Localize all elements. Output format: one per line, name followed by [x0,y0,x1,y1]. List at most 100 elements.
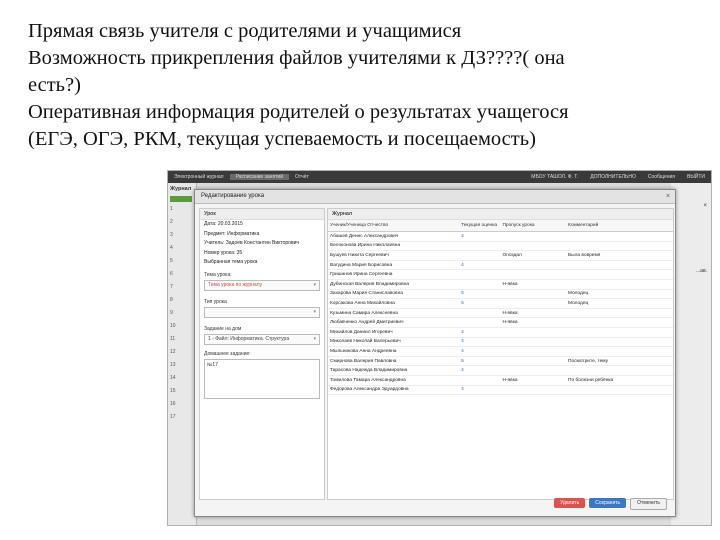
nav-item-report[interactable]: Отчёт [289,174,315,180]
table-row[interactable]: Абашев Денис Александрович 4 [328,231,673,242]
absence-cell[interactable] [500,365,567,376]
homework-file-select[interactable]: 1 - Файл: Информатика. Структура ▾ [204,333,320,345]
comment-cell[interactable]: По болезни ребёнка [566,375,673,386]
right-text: ...ав. [696,268,707,274]
comment-cell[interactable] [566,269,673,280]
grade-cell[interactable] [459,279,501,290]
journal-panel: Журнал Ученик/Ученица Отчество Текущая о… [327,208,674,500]
app-left-column: Журнал 1 2 3 4 5 6 7 8 9 10 11 12 13 14 15 16 17 [168,183,197,525]
table-row[interactable]: Вагудина Мария Борисовна 4 [328,260,673,271]
table-row[interactable]: Томилова Тамара Александровна Н-явка По бо… [328,375,673,386]
table-row[interactable]: Корсакова Анна Михайловна 5 Молодец [328,298,673,309]
chevron-down-icon: ▾ [313,335,316,342]
student-name: Белоконова Ирина Николаевна [328,241,460,252]
table-row[interactable]: Миколаев Николай Валерьевич 4 [328,337,673,348]
grade-cell[interactable]: 4 [459,385,501,396]
comment-cell[interactable]: Посмотрите, тему [566,356,673,367]
table-row[interactable]: Захарова Мария Станиславовна 5 Молодец [328,289,673,300]
grade-cell[interactable]: 4 [459,365,501,376]
left-green-button[interactable] [170,196,192,202]
grade-cell[interactable]: 4 [459,260,501,271]
slide-line-2: Возможность прикрепления файлов учителям… [28,47,565,69]
grade-cell[interactable] [459,250,501,261]
absence-cell[interactable]: Н-явка [500,317,567,328]
absence-cell[interactable] [500,356,567,367]
homework-file-value: 1 - Файл: Информатика. Структура [208,335,290,342]
student-name: Михайлов Даниил Игоревич [328,327,460,338]
absence-cell[interactable] [500,337,567,348]
grade-cell[interactable] [459,269,501,280]
absence-cell[interactable] [500,260,567,271]
delete-button[interactable]: Удалить [554,498,586,508]
nav-item-messages[interactable]: Сообщения [642,174,681,180]
table-row[interactable]: Федорова Александра Эдуардовна 4 [328,385,673,396]
absence-cell[interactable]: Опоздал [500,250,567,261]
comment-cell[interactable] [566,260,673,271]
grade-cell[interactable] [459,375,501,386]
nav-item-extra[interactable]: ДОПОЛНИТЕЛЬНО [584,174,642,180]
grade-cell[interactable]: 5 [459,356,501,367]
comment-cell[interactable] [566,337,673,348]
table-row[interactable]: Смирнова Валерия Павловна 5 Посмотрите, те… [328,356,673,367]
table-row[interactable]: Гришанов Ирина Сергеевна [328,269,673,280]
table-row[interactable]: Кузьмина Самира Алексеевна Н-явка [328,308,673,319]
comment-cell[interactable]: Молодец [566,289,673,300]
student-name: Дубинская Валерия Владимировна [328,279,460,290]
table-row[interactable]: Тарасова Надежда Владимировна 4 [328,365,673,376]
absence-cell[interactable]: Н-явка [500,375,567,386]
cancel-button[interactable]: Отменить [630,498,667,510]
grade-cell[interactable]: 4 [459,231,501,242]
absence-cell[interactable] [500,231,567,242]
grade-cell[interactable] [459,241,501,252]
app-top-nav: Электронный журнал Расписание занятий От… [168,171,711,183]
absence-cell[interactable] [500,346,567,357]
grade-cell[interactable] [459,317,501,328]
table-row[interactable]: Михайлов Даниил Игоревич 4 [328,327,673,338]
comment-cell[interactable] [566,308,673,319]
absence-cell[interactable] [500,385,567,396]
table-row[interactable]: Белоконова Ирина Николаевна [328,241,673,252]
nav-item-journal[interactable]: Электронный журнал [168,174,230,180]
comment-cell[interactable] [566,317,673,328]
grade-cell[interactable]: 4 [459,346,501,357]
grade-cell[interactable]: 4 [459,327,501,338]
comment-cell[interactable] [566,279,673,290]
grade-cell[interactable] [459,308,501,319]
absence-cell[interactable]: Н-явка [500,279,567,290]
table-row[interactable]: Любавченко Андрей Дмитриевич Н-явка [328,317,673,328]
absence-cell[interactable] [500,327,567,338]
comment-cell[interactable]: Была вовремя [566,250,673,261]
right-close-icon[interactable]: × [703,203,707,209]
grade-cell[interactable]: 5 [459,289,501,300]
comment-cell[interactable]: Молодец [566,298,673,309]
table-row[interactable]: Бушуев Никита Сергеевич Опоздал Была вовре… [328,250,673,261]
grade-cell[interactable]: 4 [459,337,501,348]
grade-cell[interactable]: 5 [459,298,501,309]
absence-cell[interactable] [500,241,567,252]
table-row[interactable]: Мыльникова Анна Андреевна 4 [328,346,673,357]
comment-cell[interactable] [566,346,673,357]
nav-item-schedule[interactable]: Расписание занятий [229,174,289,180]
comment-cell[interactable] [566,231,673,242]
dialog-close-icon[interactable]: × [666,190,670,203]
nav-item-logout[interactable]: ВЫЙТИ [681,174,711,180]
absence-cell[interactable]: Н-явка [500,308,567,319]
homework-textarea[interactable]: №17 [204,358,320,399]
comment-cell[interactable] [566,327,673,338]
student-name: Томилова Тамара Александровна [328,375,460,386]
absence-cell[interactable] [500,289,567,300]
comment-cell[interactable] [566,385,673,396]
type-select[interactable]: ▾ [204,306,320,318]
nav-item-school[interactable]: МБОУ ТАШОЛ. Ф. Т. [525,174,584,180]
comment-cell[interactable] [566,241,673,252]
topic-select[interactable]: Тема урока по журналу ▾ [204,279,320,291]
absence-cell[interactable] [500,269,567,280]
absence-cell[interactable] [500,298,567,309]
table-row[interactable]: Дубинская Валерия Владимировна Н-явка [328,279,673,290]
left-row-number: 5 [170,258,173,264]
type-label: Тип урока [204,298,227,305]
date-value[interactable]: 20.03.2015 [218,221,243,227]
save-button[interactable]: Сохранить [589,498,627,508]
comment-cell[interactable] [566,365,673,376]
chevron-down-icon: ▾ [313,281,316,288]
